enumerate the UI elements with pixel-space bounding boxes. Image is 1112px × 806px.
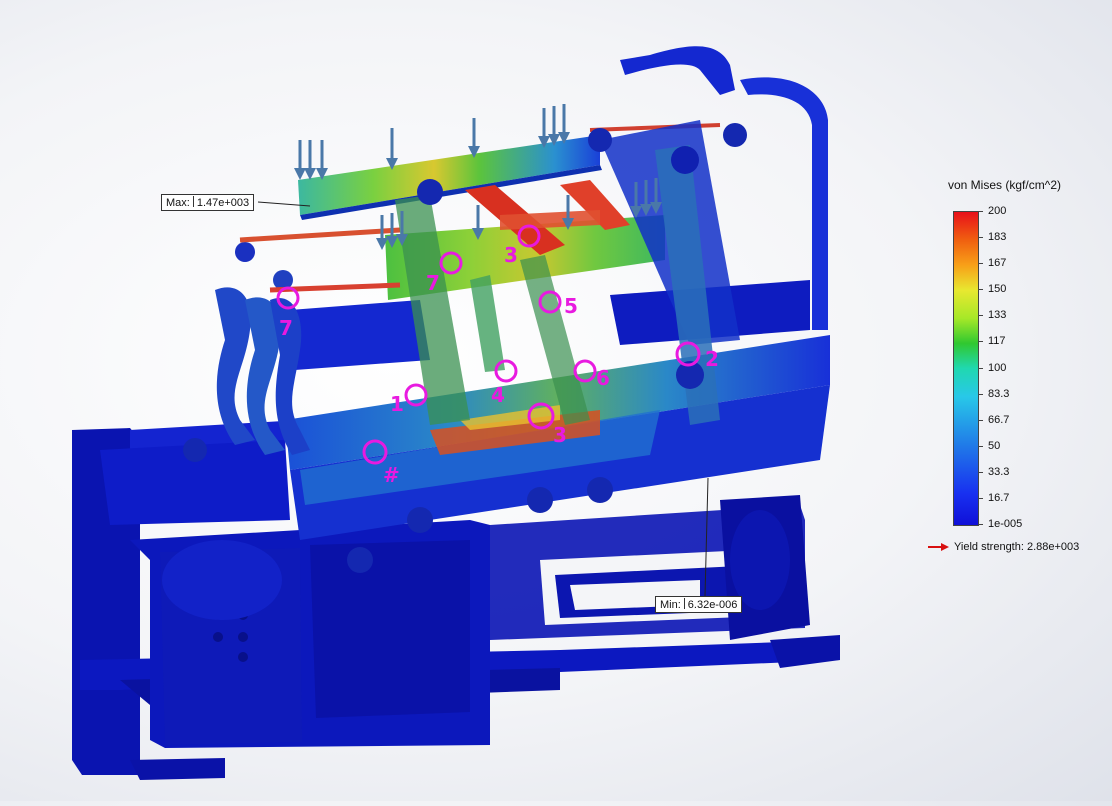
legend-colorbar <box>953 211 979 526</box>
marker-label: 2 <box>705 347 719 371</box>
max-probe-value: 1.47e+003 <box>196 197 250 209</box>
left-hook-links <box>215 242 310 455</box>
legend-tick-label: 83.3 <box>988 387 1010 400</box>
legend-tick-label: 16.7 <box>988 491 1010 504</box>
marker-label: 4 <box>491 383 505 407</box>
legend-tick-mark <box>978 445 983 447</box>
min-probe-caption: Min: <box>660 599 681 611</box>
max-probe-label[interactable]: Max: 1.47e+003 <box>161 194 255 211</box>
yield-strength-indicator: Yield strength: 2.88e+003 <box>928 541 1079 553</box>
max-probe-caption: Max: <box>166 197 190 209</box>
legend-tick-label: 100 <box>988 361 1007 374</box>
legend-tick-mark <box>978 289 983 291</box>
legend-tick-mark <box>978 419 983 421</box>
legend-tick-label: 150 <box>988 283 1007 296</box>
legend-tick-mark <box>978 497 983 499</box>
simulation-viewport[interactable] <box>0 0 1112 801</box>
marker-label: 7 <box>279 316 293 340</box>
legend-tick-label: 33.3 <box>988 465 1010 478</box>
legend-tick-label: 183 <box>988 231 1007 244</box>
legend-tick-mark <box>978 211 983 212</box>
marker-label: 3 <box>553 423 567 447</box>
marker-circle <box>494 359 518 383</box>
legend-tick-mark <box>978 524 983 525</box>
legend-tick-mark <box>978 367 983 369</box>
legend-tick-label: 117 <box>988 335 1006 348</box>
legend-tick-label: 167 <box>988 257 1007 270</box>
marker-label: 1 <box>390 392 404 416</box>
legend-tick-mark <box>978 393 983 395</box>
legend-tick-mark <box>978 471 983 473</box>
legend-tick-mark <box>978 341 983 343</box>
legend-tick-label: 66.7 <box>988 413 1010 426</box>
marker-label: 3 <box>504 243 518 267</box>
marker-label: 7 <box>426 271 440 295</box>
legend-tick-mark <box>978 237 983 239</box>
marker-label: 5 <box>564 294 578 318</box>
legend-tick-mark <box>978 263 983 265</box>
min-probe-value: 6.32e-006 <box>687 599 738 611</box>
red-arrow-icon <box>928 543 949 551</box>
legend-tick-label: 50 <box>988 439 1001 452</box>
stress-plot-model[interactable] <box>0 0 1112 801</box>
marker-label: # <box>383 463 400 487</box>
marker-label: 6 <box>596 366 610 390</box>
min-probe-label[interactable]: Min: 6.32e-006 <box>655 596 743 613</box>
legend-tick-label: 133 <box>988 309 1007 322</box>
legend-tick-mark <box>978 315 983 317</box>
legend-tick-label: 200 <box>988 205 1007 217</box>
legend-tick-label: 1e-005 <box>988 518 1023 530</box>
yield-strength-label: Yield strength: 2.88e+003 <box>954 541 1080 553</box>
legend-title: von Mises (kgf/cm^2) <box>948 178 1061 192</box>
